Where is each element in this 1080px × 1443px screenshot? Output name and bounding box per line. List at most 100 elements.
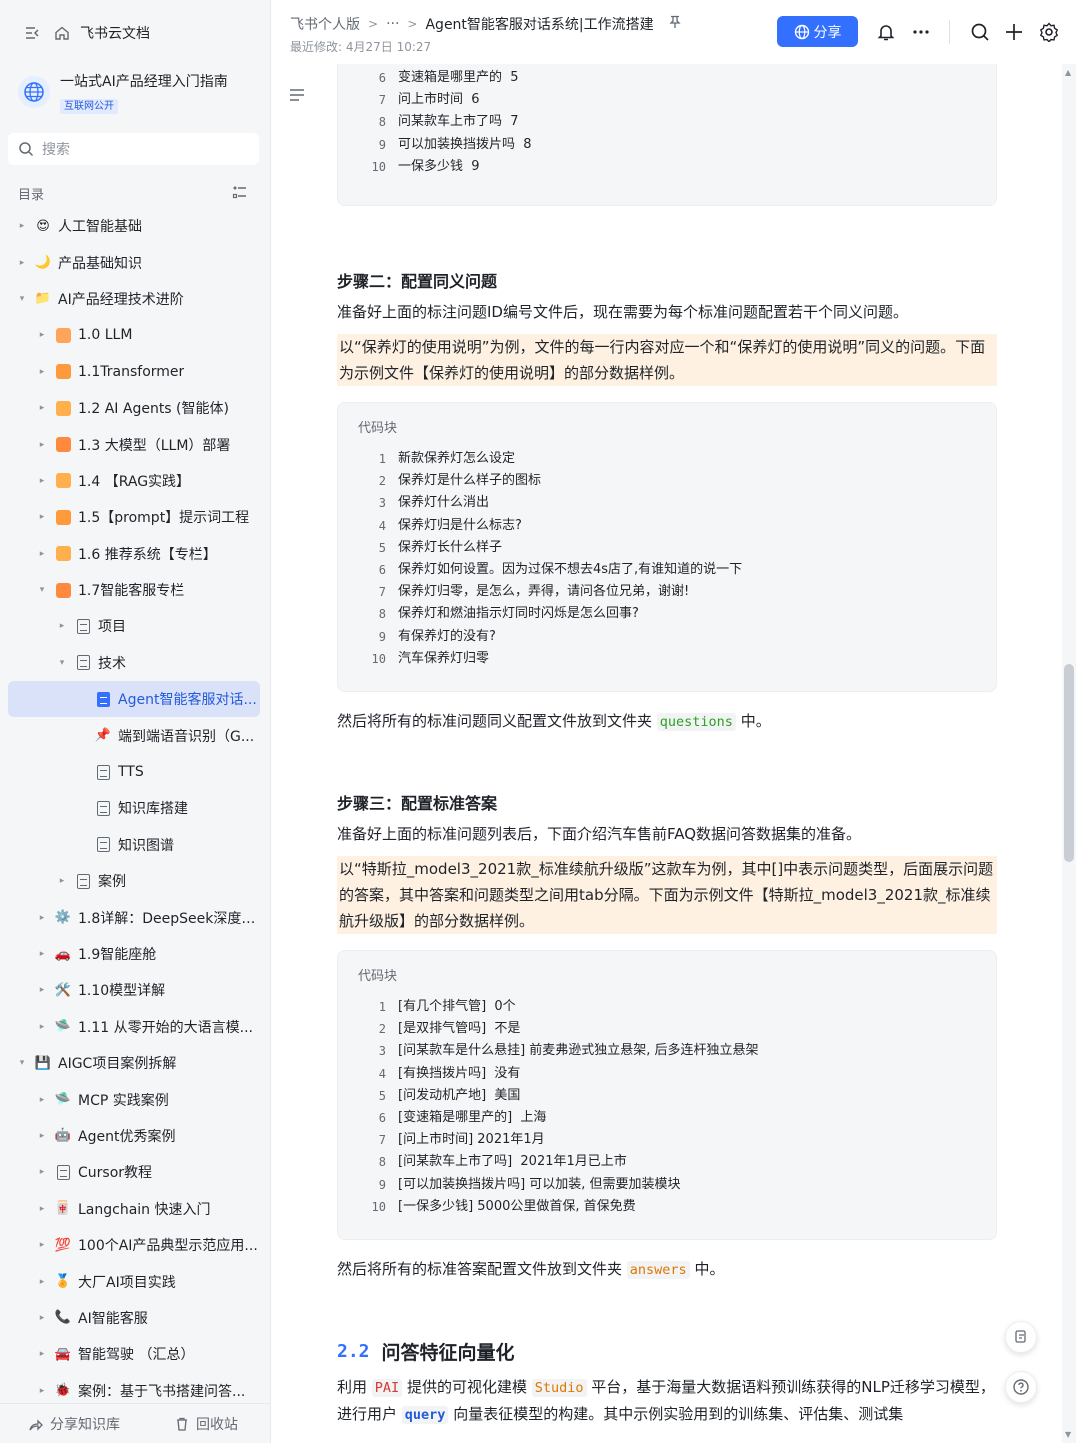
toc-list-icon[interactable]	[232, 184, 248, 204]
plus-icon[interactable]	[1002, 20, 1026, 44]
sidebar-item[interactable]: 📌 端到端语音识别（G...	[8, 717, 260, 753]
sidebar-item[interactable]: ▸ ⚙️ 1.8详解：DeepSeek深度推...	[8, 899, 260, 935]
search-icon[interactable]	[968, 20, 992, 44]
sidebar-item[interactable]: ▸ 🚘 智能驾驶 （汇总）	[8, 1336, 260, 1372]
code-block-1[interactable]: 代码块 1 新款保养灯怎么设定 2 保养灯是什么样子的图标 3 保养灯什么消出 4 保养灯归是…	[337, 402, 997, 692]
expand-arrow-icon[interactable]: ▸	[36, 1022, 48, 1032]
sidebar-item[interactable]: ▸ 1.0 LLM	[8, 317, 260, 353]
expand-arrow-icon[interactable]: ▸	[36, 949, 48, 959]
brand-title[interactable]: 飞书云文档	[80, 23, 150, 43]
code-line: 7 问上市时间 6	[358, 89, 996, 111]
expand-arrow-icon[interactable]: ▸	[56, 876, 68, 886]
collapse-arrow-icon[interactable]: ▾	[56, 658, 68, 668]
sidebar-item-label: Agent智能客服对话...	[118, 692, 257, 709]
expand-arrow-icon[interactable]: ▸	[36, 330, 48, 340]
expand-arrow-icon[interactable]: ▸	[36, 549, 48, 559]
expand-arrow-icon[interactable]: ▸	[36, 1167, 48, 1177]
heading-title: 问答特征向量化	[381, 1342, 515, 1364]
expand-arrow-icon[interactable]: ▸	[36, 1349, 48, 1359]
home-icon[interactable]	[52, 23, 72, 43]
sidebar-item[interactable]: ▸ 🛸 1.11 从零开始的大语言模...	[8, 1009, 260, 1045]
crumb-more[interactable]: ···	[386, 16, 399, 32]
sidebar-item[interactable]: ▸ 💯 100个AI产品典型示范应用...	[8, 1227, 260, 1263]
expand-arrow-icon[interactable]: ▸	[36, 367, 48, 377]
knowledge-space[interactable]: 一站式AI产品经理入门指南 互联网公开	[18, 70, 258, 114]
sidebar-item[interactable]: ▸ 1.2 AI Agents (智能体)	[8, 390, 260, 426]
code-block-2[interactable]: 代码块 1 [有几个排气管] 0个 2 [是双排气管吗] 不是 3 [问某款车是什么悬挂]…	[337, 950, 997, 1240]
help-icon[interactable]	[1005, 1371, 1037, 1403]
collapse-arrow-icon[interactable]: ▾	[16, 1058, 28, 1068]
sidebar-item[interactable]: ▸ 🛠️ 1.10模型详解	[8, 972, 260, 1008]
sidebar-item[interactable]: ▸ 1.5【prompt】提示词工程	[8, 499, 260, 535]
sidebar-item[interactable]: ▾ 技术	[8, 645, 260, 681]
sidebar-item-label: 1.10模型详解	[78, 983, 166, 1000]
sidebar-item[interactable]: 知识图谱	[8, 827, 260, 863]
expand-arrow-icon[interactable]: ▸	[36, 985, 48, 995]
document-icon	[54, 1163, 72, 1181]
step2-title: 步骤二：配置同义问题	[337, 272, 498, 291]
scrollbar-thumb[interactable]	[1064, 664, 1074, 862]
expand-arrow-icon[interactable]: ▸	[36, 1131, 48, 1141]
sidebar-item-label: 1.0 LLM	[78, 327, 133, 344]
sidebar-item[interactable]: ▸ 1.1Transformer	[8, 354, 260, 390]
share-button[interactable]: 分享	[777, 16, 858, 47]
sidebar-item[interactable]: 知识库搭建	[8, 790, 260, 826]
expand-arrow-icon[interactable]: ▸	[16, 221, 28, 231]
sidebar-item[interactable]: ▸ 🏅 大厂AI项目实践	[8, 1263, 260, 1299]
sidebar-item[interactable]: ▸ 项目	[8, 608, 260, 644]
sidebar-item-label: 1.9智能座舱	[78, 947, 157, 963]
scroll-down-arrow-icon[interactable]: ▼	[1065, 1430, 1071, 1439]
sidebar-item[interactable]: ▸ 🀄 Langchain 快速入门	[8, 1191, 260, 1227]
expand-arrow-icon[interactable]: ▸	[36, 1277, 48, 1287]
sidebar-item[interactable]: ▸ 1.3 大模型（LLM）部署	[8, 426, 260, 462]
sidebar-search[interactable]: 搜索	[8, 133, 259, 165]
share-kb-button[interactable]: 分享知识库	[28, 1414, 120, 1434]
expand-arrow-icon[interactable]: ▸	[36, 440, 48, 450]
scroll-up-arrow-icon[interactable]: ▲	[1065, 68, 1071, 77]
sidebar-item[interactable]: ▸ Cursor教程	[8, 1154, 260, 1190]
sidebar-item[interactable]: ▸ 1.4 【RAG实践】	[8, 463, 260, 499]
expand-arrow-icon[interactable]: ▸	[36, 1204, 48, 1214]
pin-icon[interactable]	[668, 15, 682, 33]
collapse-arrow-icon[interactable]: ▾	[36, 585, 48, 595]
sidebar-item[interactable]: TTS	[8, 754, 260, 790]
code-block-0[interactable]: 6 变速箱是哪里产的 5 7 问上市时间 6 8 问某款车上市了吗 7 9 可以加装换挡拨片吗…	[337, 64, 997, 206]
sidebar-item[interactable]: ▸ 📞 AI智能客服	[8, 1300, 260, 1336]
doc-header: 飞书个人版 > ··· > Agent智能客服对话系统|工作流搭建 最近修改: …	[272, 0, 1080, 64]
sidebar-item[interactable]: ▸ 🌙 产品基础知识	[8, 244, 260, 280]
more-icon[interactable]	[909, 20, 933, 44]
expand-arrow-icon[interactable]: ▸	[56, 621, 68, 631]
expand-arrow-icon[interactable]: ▸	[36, 476, 48, 486]
emoji-icon: 🚗	[54, 946, 72, 962]
sidebar-item-label: 1.5【prompt】提示词工程	[78, 510, 250, 527]
collapse-sidebar-icon[interactable]	[22, 23, 42, 43]
crumb-current[interactable]: Agent智能客服对话系统|工作流搭建	[425, 14, 653, 34]
expand-arrow-icon[interactable]: ▸	[36, 403, 48, 413]
recycle-bin-button[interactable]: 回收站	[174, 1414, 238, 1434]
sidebar-item[interactable]: ▸ 🤖 Agent优秀案例	[8, 1118, 260, 1154]
collapse-arrow-icon[interactable]: ▾	[16, 294, 28, 304]
gear-icon[interactable]	[1037, 20, 1061, 44]
expand-arrow-icon[interactable]: ▸	[36, 1240, 48, 1250]
sidebar-item[interactable]: ▸ 🛸 MCP 实践案例	[8, 1081, 260, 1117]
sidebar-item[interactable]: ▸ 🚗 1.9智能座舱	[8, 936, 260, 972]
crumb-root[interactable]: 飞书个人版	[290, 14, 360, 34]
code-line: 4 保养灯归是什么标志?	[358, 515, 996, 537]
sidebar-item[interactable]: ▸ 😍 人工智能基础	[8, 208, 260, 244]
expand-arrow-icon[interactable]: ▸	[36, 1313, 48, 1323]
expand-arrow-icon[interactable]: ▸	[36, 1095, 48, 1105]
expand-arrow-icon[interactable]: ▸	[36, 1386, 48, 1396]
sidebar-item[interactable]: ▾ 📁 AI产品经理技术进阶	[8, 281, 260, 317]
expand-arrow-icon[interactable]: ▸	[36, 512, 48, 522]
sidebar-item[interactable]: Agent智能客服对话...	[8, 681, 260, 718]
doc-copy-icon[interactable]	[1005, 1321, 1037, 1353]
expand-arrow-icon[interactable]: ▸	[36, 913, 48, 923]
sidebar-item[interactable]: ▾ 💾 AIGC项目案例拆解	[8, 1045, 260, 1081]
expand-arrow-icon[interactable]: ▸	[16, 258, 28, 268]
sidebar-item[interactable]: ▸ 案例	[8, 863, 260, 899]
sidebar-item[interactable]: ▸ 1.6 推荐系统【专栏】	[8, 536, 260, 572]
outline-toggle-icon[interactable]	[288, 86, 306, 108]
sidebar-item[interactable]: ▾ 1.7智能客服专栏	[8, 572, 260, 608]
code-text: [有换挡拨片吗] 没有	[398, 1065, 521, 1081]
bell-icon[interactable]	[874, 20, 898, 44]
